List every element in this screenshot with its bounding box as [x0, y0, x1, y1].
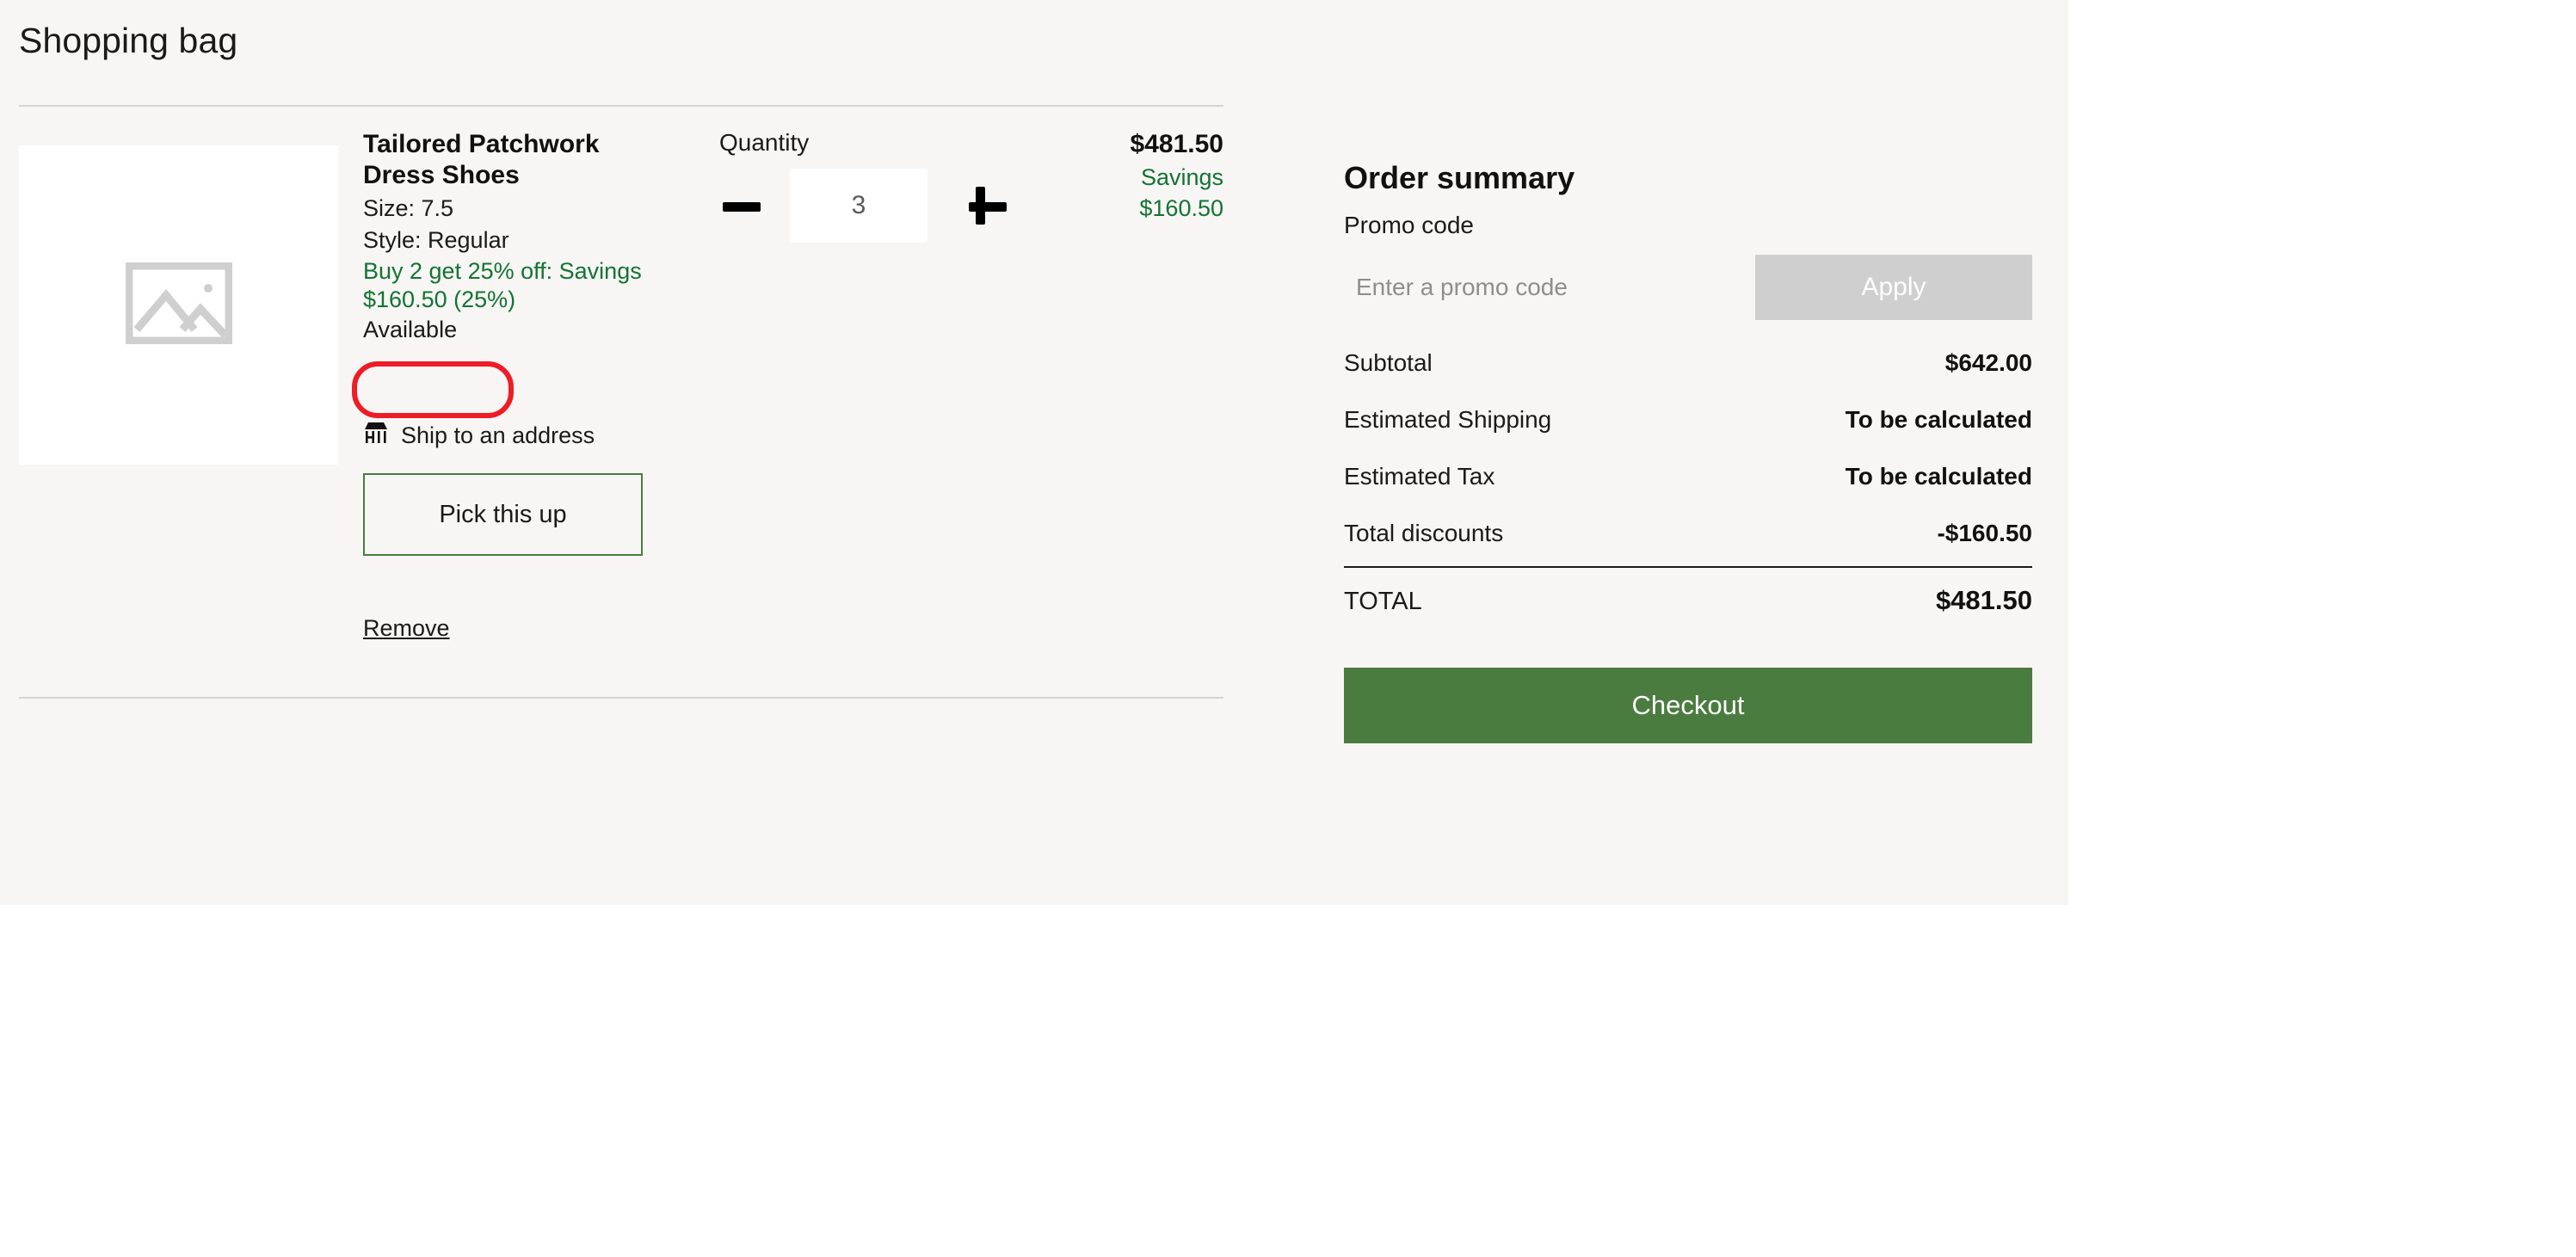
annotation-highlight-available: [352, 361, 514, 418]
product-promotion: Buy 2 get 25% off: Savings $160.50 (25%): [363, 257, 642, 312]
item-savings-label: Savings: [1140, 164, 1223, 190]
apply-promo-button[interactable]: Apply: [1755, 255, 2032, 320]
order-summary-panel: Order summary Promo code Apply Subtotal …: [1344, 160, 2032, 743]
summary-value: -$160.50: [1937, 520, 2032, 546]
shopping-bag-page: Shopping bag Tailored Patchwork Dress Sh…: [0, 0, 2068, 905]
fulfillment-method: Ship to an address: [363, 422, 595, 450]
total-value: $481.50: [1935, 585, 2032, 615]
order-summary-title: Order summary: [1344, 160, 1575, 195]
summary-value: To be calculated: [1845, 463, 2032, 490]
fulfillment-label: Ship to an address: [401, 422, 595, 448]
summary-value: $642.00: [1944, 349, 2032, 376]
storefront-icon: [363, 422, 389, 450]
image-placeholder-icon: [125, 262, 232, 348]
promo-code-label: Promo code: [1344, 212, 1474, 238]
checkout-button[interactable]: Checkout: [1344, 668, 2032, 743]
pick-this-up-button[interactable]: Pick this up: [363, 473, 643, 556]
summary-row-discounts: Total discounts -$160.50: [1344, 520, 2032, 547]
remove-item-link[interactable]: Remove: [363, 615, 450, 642]
summary-label: Total discounts: [1344, 520, 1504, 546]
page-title: Shopping bag: [19, 21, 238, 60]
summary-total-divider: [1344, 566, 2032, 568]
product-style: Style: Regular: [363, 226, 509, 253]
availability-status: Available: [363, 316, 458, 342]
summary-label: Subtotal: [1344, 349, 1433, 376]
total-label: TOTAL: [1344, 588, 1422, 615]
summary-value: To be calculated: [1845, 406, 2032, 433]
product-name[interactable]: Tailored Patchwork Dress Shoes: [363, 129, 656, 191]
quantity-decrement-button[interactable]: [716, 180, 767, 231]
summary-row-subtotal: Subtotal $642.00: [1344, 349, 2032, 377]
summary-row-shipping: Estimated Shipping To be calculated: [1344, 406, 2032, 434]
summary-row-total: TOTAL $481.50: [1344, 585, 2032, 616]
promo-code-row: Apply: [1344, 255, 2032, 320]
item-price-block: $481.50 Savings $160.50: [946, 129, 1223, 223]
summary-label: Estimated Shipping: [1344, 406, 1552, 433]
summary-label: Estimated Tax: [1344, 463, 1495, 490]
product-details: Tailored Patchwork Dress Shoes Size: 7.5…: [363, 129, 707, 344]
item-price: $481.50: [1130, 130, 1223, 158]
quantity-input[interactable]: [790, 169, 927, 243]
divider-top: [19, 105, 1223, 107]
minus-icon: [723, 202, 761, 212]
item-savings-amount: $160.50: [1139, 195, 1223, 222]
product-size: Size: 7.5: [363, 195, 454, 221]
summary-row-tax: Estimated Tax To be calculated: [1344, 463, 2032, 490]
promo-code-input[interactable]: [1344, 255, 1755, 320]
product-thumbnail[interactable]: [19, 145, 338, 465]
divider-bottom: [19, 697, 1223, 699]
